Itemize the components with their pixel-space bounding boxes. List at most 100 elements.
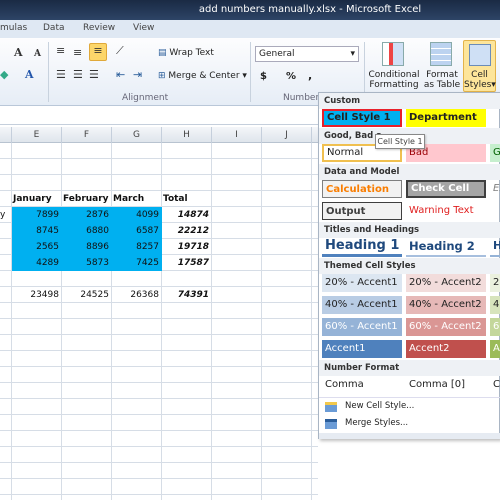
number-group-label: Number [283, 93, 320, 103]
grow-font-button[interactable]: A [14, 46, 23, 60]
align-right-icon[interactable]: ☰ [89, 68, 99, 82]
panel-resize-handle[interactable] [319, 433, 500, 439]
data-cell[interactable]: 6880 [62, 223, 112, 239]
row-total-cell[interactable]: 22212 [162, 223, 212, 239]
data-cell[interactable]: 6587 [112, 223, 162, 239]
style-20-accent1[interactable]: 20% - Accent1 [322, 274, 402, 292]
total-march[interactable]: 26368 [112, 287, 162, 303]
style-calculation[interactable]: Calculation [322, 180, 402, 198]
orientation-icon[interactable]: ⟋ [116, 44, 124, 58]
data-cell[interactable]: 2876 [62, 207, 112, 223]
alignment-group-label: Alignment [122, 93, 169, 103]
align-bottom-icon[interactable]: ≡ [89, 43, 107, 61]
shrink-font-button[interactable]: A [34, 47, 41, 61]
data-cell[interactable]: 7425 [112, 255, 162, 271]
style-good[interactable]: Go [490, 144, 500, 162]
column-header-f[interactable]: F [62, 127, 112, 143]
wrap-text-button[interactable]: ▤ Wrap Text [158, 48, 214, 58]
column-header-e[interactable]: E [12, 127, 62, 143]
style-60-accent2[interactable]: 60% - Accent2 [406, 318, 486, 336]
currency-button[interactable]: $ [260, 71, 267, 82]
row-total-cell[interactable]: 14874 [162, 207, 212, 223]
style-department[interactable]: Department [406, 109, 486, 127]
separator [250, 42, 251, 102]
data-cell[interactable]: 5873 [62, 255, 112, 271]
merge-styles-icon [325, 419, 337, 429]
column-header-j[interactable]: J [262, 127, 312, 143]
align-middle-icon[interactable]: ≡ [73, 46, 82, 60]
data-cell[interactable]: 8745 [12, 223, 62, 239]
column-header-g[interactable]: G [112, 127, 162, 143]
tooltip: Cell Style 1 [375, 134, 425, 149]
style-cell-style-1[interactable]: Cell Style 1 [322, 109, 402, 127]
style-heading-1[interactable]: Heading 1 [322, 237, 402, 257]
data-cell[interactable]: 4289 [12, 255, 62, 271]
tab-data[interactable]: Data [43, 23, 65, 33]
data-cell[interactable]: 7899 [12, 207, 62, 223]
cell-styles-button[interactable]: Cell Styles▾ [463, 40, 496, 92]
fill-color-icon[interactable]: ◆ [0, 68, 8, 82]
style-60-accent1[interactable]: 60% - Accent1 [322, 318, 402, 336]
data-cell[interactable]: 8257 [112, 239, 162, 255]
merge-styles-menu-item[interactable]: Merge Styles... [345, 418, 408, 428]
style-40-accent2[interactable]: 40% - Accent2 [406, 296, 486, 314]
style-explanatory[interactable]: Ex [490, 180, 500, 198]
column-header-h[interactable]: H [162, 127, 212, 143]
row-label-fragment[interactable]: y [0, 207, 8, 223]
comma-button[interactable]: , [308, 69, 312, 82]
conditional-formatting-icon [382, 42, 404, 66]
tab-review[interactable]: Review [83, 23, 115, 33]
header-february[interactable]: February [60, 191, 112, 207]
header-january[interactable]: January [10, 191, 55, 207]
style-accent2[interactable]: Accent2 [406, 340, 486, 358]
align-center-icon[interactable]: ☰ [73, 68, 83, 82]
style-currency[interactable]: Cu [490, 376, 500, 394]
separator [48, 42, 49, 102]
style-check-cell[interactable]: Check Cell [406, 180, 486, 198]
merge-icon: ⊞ [158, 71, 169, 81]
style-comma[interactable]: Comma [322, 376, 402, 394]
total-february[interactable]: 24525 [62, 287, 112, 303]
section-number-format: Number Format [319, 360, 500, 376]
style-60-accent3[interactable]: 60 [490, 318, 500, 336]
increase-indent-icon[interactable]: ⇥ [133, 68, 142, 82]
tab-formulas[interactable]: mulas [0, 23, 27, 33]
font-color-button[interactable]: A [25, 68, 34, 82]
number-format-dropdown[interactable]: General ▾ [255, 46, 359, 62]
data-cell[interactable]: 2565 [12, 239, 62, 255]
row-total-cell[interactable]: 17587 [162, 255, 212, 271]
merge-center-button[interactable]: ⊞ Merge & Center ▾ [158, 71, 247, 81]
style-heading-2[interactable]: Heading 2 [406, 237, 486, 257]
style-accent1[interactable]: Accent1 [322, 340, 402, 358]
style-20-accent3[interactable]: 20 [490, 274, 500, 292]
divider [319, 397, 500, 398]
style-40-accent3[interactable]: 40 [490, 296, 500, 314]
header-total[interactable]: Total [160, 191, 191, 207]
data-cell[interactable]: 4099 [112, 207, 162, 223]
tab-view[interactable]: View [133, 23, 154, 33]
style-accent3[interactable]: Ac [490, 340, 500, 358]
style-comma-0[interactable]: Comma [0] [406, 376, 486, 394]
data-cell[interactable]: 8896 [62, 239, 112, 255]
grand-total[interactable]: 74391 [162, 287, 212, 303]
style-output[interactable]: Output [322, 202, 402, 220]
column-header-i[interactable]: I [212, 127, 262, 143]
decrease-indent-icon[interactable]: ⇤ [116, 68, 125, 82]
chevron-down-icon: ▾ [350, 49, 355, 59]
title-bar: add numbers manually.xlsx - Microsoft Ex… [0, 0, 500, 20]
align-top-icon[interactable]: ≡ [56, 44, 65, 58]
align-left-icon[interactable]: ☰ [56, 68, 66, 82]
new-cell-style-menu-item[interactable]: New Cell Style... [345, 401, 414, 411]
worksheet-grid[interactable]: January February March Total y 7899 2876 4… [0, 143, 318, 500]
style-heading-3[interactable]: He [490, 237, 500, 257]
percent-button[interactable]: % [286, 71, 296, 82]
formula-bar[interactable] [0, 107, 318, 125]
style-20-accent2[interactable]: 20% - Accent2 [406, 274, 486, 292]
total-january[interactable]: 23498 [12, 287, 62, 303]
style-40-accent1[interactable]: 40% - Accent1 [322, 296, 402, 314]
ribbon-tabs: mulas Data Review View [0, 20, 500, 38]
style-warning-text[interactable]: Warning Text [406, 202, 486, 220]
format-as-table-icon [430, 42, 452, 66]
row-total-cell[interactable]: 19718 [162, 239, 212, 255]
header-march[interactable]: March [110, 191, 147, 207]
